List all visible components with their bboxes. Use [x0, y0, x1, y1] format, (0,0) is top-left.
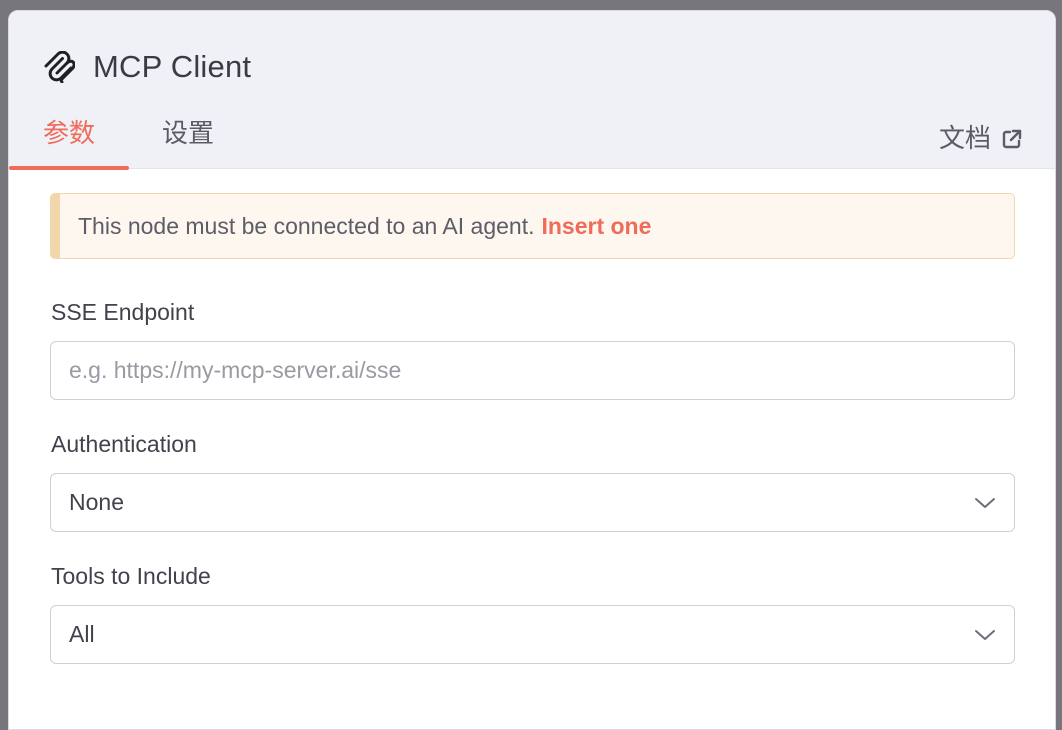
- node-settings-panel: MCP Client 参数 设置 文档 This node must be co…: [8, 10, 1056, 730]
- tools-value: All: [69, 621, 95, 647]
- external-link-icon: [1002, 129, 1022, 149]
- notice-text: This node must be connected to an AI age…: [78, 212, 535, 239]
- sse-endpoint-label: SSE Endpoint: [51, 299, 195, 325]
- parameters-content: This node must be connected to an AI age…: [9, 169, 1055, 729]
- tools-label: Tools to Include: [51, 563, 211, 589]
- panel-header: MCP Client 参数 设置 文档: [9, 11, 1055, 170]
- tab-parameters[interactable]: 参数: [9, 109, 129, 170]
- docs-link[interactable]: 文档: [939, 109, 1023, 169]
- sse-endpoint-input[interactable]: [69, 342, 1014, 399]
- insert-agent-link[interactable]: Insert one: [541, 213, 651, 240]
- tab-bar: 参数 设置 文档: [9, 109, 1055, 170]
- authentication-value: None: [69, 489, 124, 515]
- mcp-logo-icon: [43, 50, 76, 84]
- node-title: MCP Client: [93, 49, 252, 84]
- chevron-down-icon: [975, 497, 995, 508]
- sse-endpoint-field[interactable]: [50, 341, 1015, 400]
- authentication-label: Authentication: [51, 431, 197, 457]
- chevron-down-icon: [975, 629, 995, 640]
- tools-select[interactable]: All: [50, 605, 1015, 664]
- authentication-select[interactable]: None: [50, 473, 1015, 532]
- tab-settings[interactable]: 设置: [162, 109, 222, 169]
- connection-notice: This node must be connected to an AI age…: [50, 193, 1015, 259]
- title-row: MCP Client: [43, 49, 251, 85]
- docs-link-label: 文档: [938, 124, 991, 154]
